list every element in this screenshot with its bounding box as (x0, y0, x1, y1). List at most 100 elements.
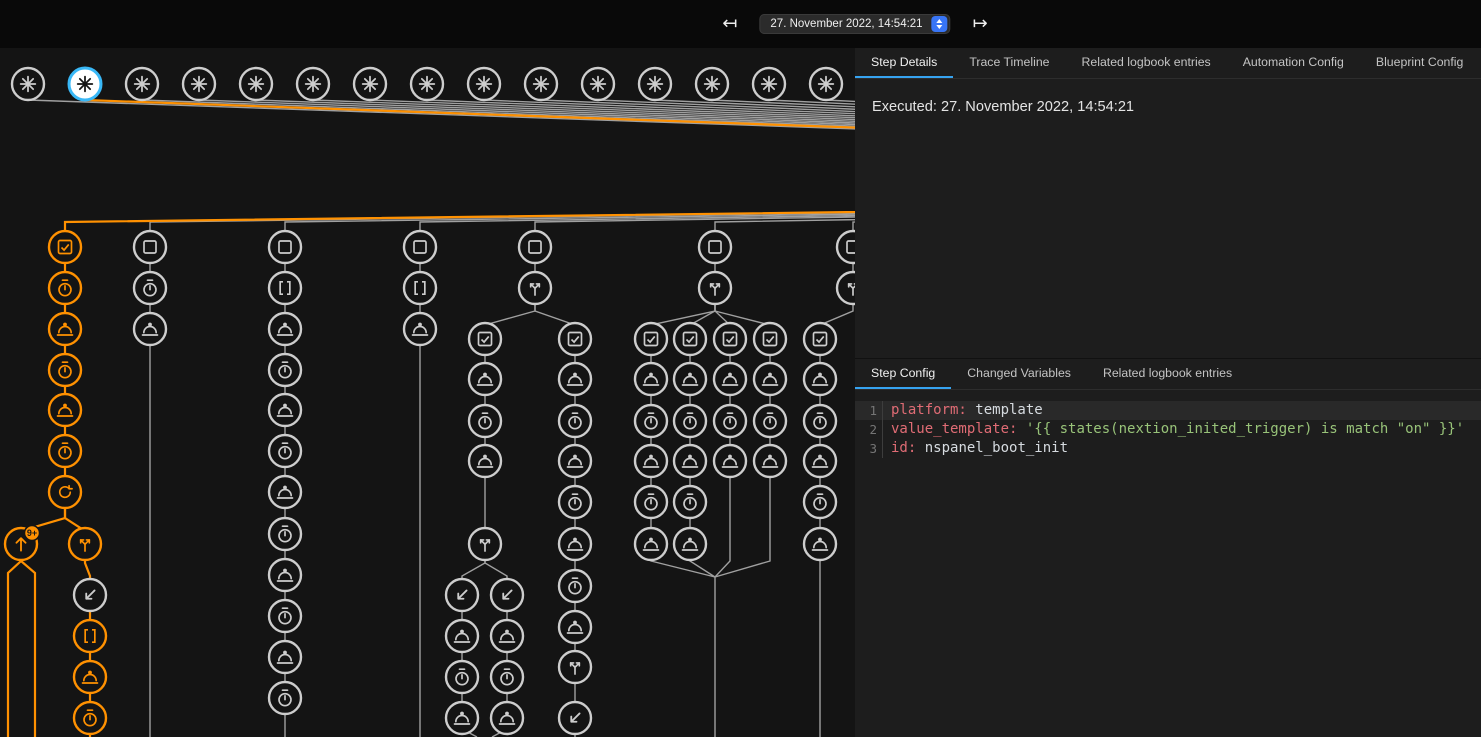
trace-node-square[interactable] (837, 231, 855, 263)
trace-node-asterisk[interactable] (12, 68, 44, 100)
trace-node-timer[interactable] (446, 661, 478, 693)
tab-step-config[interactable]: Step Config (855, 359, 951, 389)
trace-node-dome[interactable] (714, 445, 746, 477)
trace-node-timer[interactable] (49, 435, 81, 467)
trace-node-dome[interactable] (134, 313, 166, 345)
code-line-3[interactable]: 3id: nspanel_boot_init (855, 439, 1481, 458)
trace-node-dome[interactable] (559, 363, 591, 395)
tab-changed-variables[interactable]: Changed Variables (951, 359, 1087, 389)
trace-node-dome[interactable] (754, 363, 786, 395)
trace-node-checkbox[interactable] (49, 231, 81, 263)
trace-node-asterisk[interactable] (639, 68, 671, 100)
trace-node-square[interactable] (699, 231, 731, 263)
tab-automation-config[interactable]: Automation Config (1227, 48, 1360, 78)
trace-node-split[interactable] (837, 272, 855, 304)
trace-node-split[interactable] (69, 528, 101, 560)
trace-node-arrow-bl[interactable] (74, 579, 106, 611)
trace-node-timer[interactable] (754, 405, 786, 437)
trace-node-timer[interactable] (674, 405, 706, 437)
trace-node-timer[interactable] (49, 272, 81, 304)
trace-node-asterisk[interactable] (240, 68, 272, 100)
tab-related-logbook-entries[interactable]: Related logbook entries (1066, 48, 1227, 78)
trace-node-dome[interactable] (559, 528, 591, 560)
trace-node-brackets[interactable] (74, 620, 106, 652)
trace-node-dome[interactable] (635, 363, 667, 395)
next-trace-button[interactable]: ↦ (973, 15, 988, 33)
trace-node-arrow-bl[interactable] (491, 579, 523, 611)
trace-node-checkbox[interactable] (674, 323, 706, 355)
trace-node-arrow-bl[interactable] (446, 579, 478, 611)
trace-node-asterisk[interactable] (810, 68, 842, 100)
trace-node-dome[interactable] (74, 661, 106, 693)
trace-node-split[interactable] (469, 528, 501, 560)
trace-node-dome[interactable] (804, 528, 836, 560)
trace-node-dome[interactable] (491, 702, 523, 734)
trace-node-dome[interactable] (469, 363, 501, 395)
stepper-icon[interactable] (932, 16, 948, 32)
trace-node-square[interactable] (519, 231, 551, 263)
trace-node-asterisk[interactable] (582, 68, 614, 100)
trace-node-dome[interactable] (269, 559, 301, 591)
code-line-2[interactable]: 2value_template: '{{ states(nextion_init… (855, 420, 1481, 439)
trace-node-dome[interactable] (674, 528, 706, 560)
trace-node-timer[interactable] (714, 405, 746, 437)
trace-node-dome[interactable] (491, 620, 523, 652)
trace-node-square[interactable] (269, 231, 301, 263)
trace-node-dome[interactable] (804, 363, 836, 395)
trace-node-asterisk[interactable] (525, 68, 557, 100)
tab-trace-timeline[interactable]: Trace Timeline (953, 48, 1065, 78)
code-line-1[interactable]: 1platform: template (855, 401, 1481, 420)
trace-node-asterisk[interactable] (753, 68, 785, 100)
trace-node-timer[interactable] (469, 405, 501, 437)
trace-node-brackets[interactable] (404, 272, 436, 304)
trace-node-dome[interactable] (269, 476, 301, 508)
trace-node-dome[interactable] (49, 394, 81, 426)
trace-node-split[interactable] (699, 272, 731, 304)
trace-node-timer[interactable] (269, 354, 301, 386)
trace-node-checkbox[interactable] (559, 323, 591, 355)
trace-node-timer[interactable] (269, 682, 301, 714)
trace-node-dome[interactable] (49, 313, 81, 345)
trace-node-square[interactable] (134, 231, 166, 263)
trace-node-dome[interactable] (269, 313, 301, 345)
trace-node-checkbox[interactable] (754, 323, 786, 355)
trace-node-brackets[interactable] (269, 272, 301, 304)
trace-node-dome[interactable] (446, 702, 478, 734)
trace-node-asterisk[interactable] (69, 68, 101, 100)
trace-node-timer[interactable] (491, 661, 523, 693)
tab-step-details[interactable]: Step Details (855, 48, 953, 78)
trace-node-split[interactable] (519, 272, 551, 304)
trace-node-timer[interactable] (559, 486, 591, 518)
trace-node-checkbox[interactable] (469, 323, 501, 355)
previous-trace-button[interactable]: ↤ (722, 15, 737, 33)
trace-node-asterisk[interactable] (411, 68, 443, 100)
trace-node-asterisk[interactable] (696, 68, 728, 100)
trace-node-timer[interactable] (269, 435, 301, 467)
trace-node-asterisk[interactable] (354, 68, 386, 100)
trace-node-asterisk[interactable] (183, 68, 215, 100)
trace-node-dome[interactable] (446, 620, 478, 652)
trace-node-dome[interactable] (714, 363, 746, 395)
trace-node-timer[interactable] (674, 486, 706, 518)
trace-node-arrow-bl[interactable] (559, 702, 591, 734)
trace-node-dome[interactable] (674, 363, 706, 395)
trace-node-timer[interactable] (635, 405, 667, 437)
trace-node-timer[interactable] (804, 486, 836, 518)
trace-node-repeat[interactable] (49, 476, 81, 508)
trace-node-timer[interactable] (74, 702, 106, 734)
trace-node-dome[interactable] (469, 445, 501, 477)
trace-node-dome[interactable] (754, 445, 786, 477)
trace-node-timer[interactable] (134, 272, 166, 304)
trace-node-timer[interactable] (559, 405, 591, 437)
trace-node-asterisk[interactable] (297, 68, 329, 100)
trace-node-dome[interactable] (269, 394, 301, 426)
trace-node-checkbox[interactable] (804, 323, 836, 355)
trace-node-dome[interactable] (804, 445, 836, 477)
trace-node-checkbox[interactable] (635, 323, 667, 355)
tab-related-logbook-entries[interactable]: Related logbook entries (1087, 359, 1248, 389)
trace-node-timer[interactable] (635, 486, 667, 518)
trace-node-timer[interactable] (559, 570, 591, 602)
trace-node-timer[interactable] (804, 405, 836, 437)
trace-node-dome[interactable] (635, 445, 667, 477)
tab-blueprint-config[interactable]: Blueprint Config (1360, 48, 1480, 78)
